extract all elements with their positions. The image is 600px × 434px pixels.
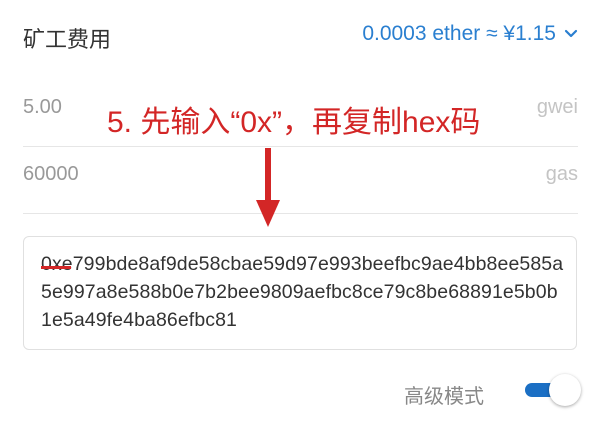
gas-limit-unit: gas [545, 163, 578, 185]
gas-price-unit: gwei [536, 96, 578, 118]
gas-limit-input[interactable]: 60000 [23, 163, 79, 186]
chevron-down-icon[interactable] [562, 25, 580, 43]
miner-fee-label: 矿工费用 [23, 27, 112, 52]
hex-data-text[interactable]: 0xe799bde8af9de58cbae59d97e993beefbc9ae4… [41, 250, 566, 334]
miner-fee-value[interactable]: 0.0003 ether ≈ ¥1.15 [362, 22, 556, 46]
instruction-annotation: 5. 先输入“0x”，再复制hex码 [107, 106, 481, 139]
advanced-mode-label: 高级模式 [404, 386, 484, 408]
gas-price-input[interactable]: 5.00 [23, 96, 62, 119]
arrow-down-icon [256, 148, 280, 227]
toggle-knob[interactable] [549, 374, 581, 406]
miner-fee-row[interactable]: 矿工费用 0.0003 ether ≈ ¥1.15 [0, 0, 600, 70]
gas-limit-field[interactable]: 60000 gas [23, 137, 578, 214]
advanced-mode-row: 高级模式 [0, 360, 600, 420]
advanced-mode-toggle[interactable] [525, 374, 581, 406]
prefix-underline-mark [41, 266, 71, 269]
hex-data-input[interactable]: 0xe799bde8af9de58cbae59d97e993beefbc9ae4… [23, 236, 577, 350]
